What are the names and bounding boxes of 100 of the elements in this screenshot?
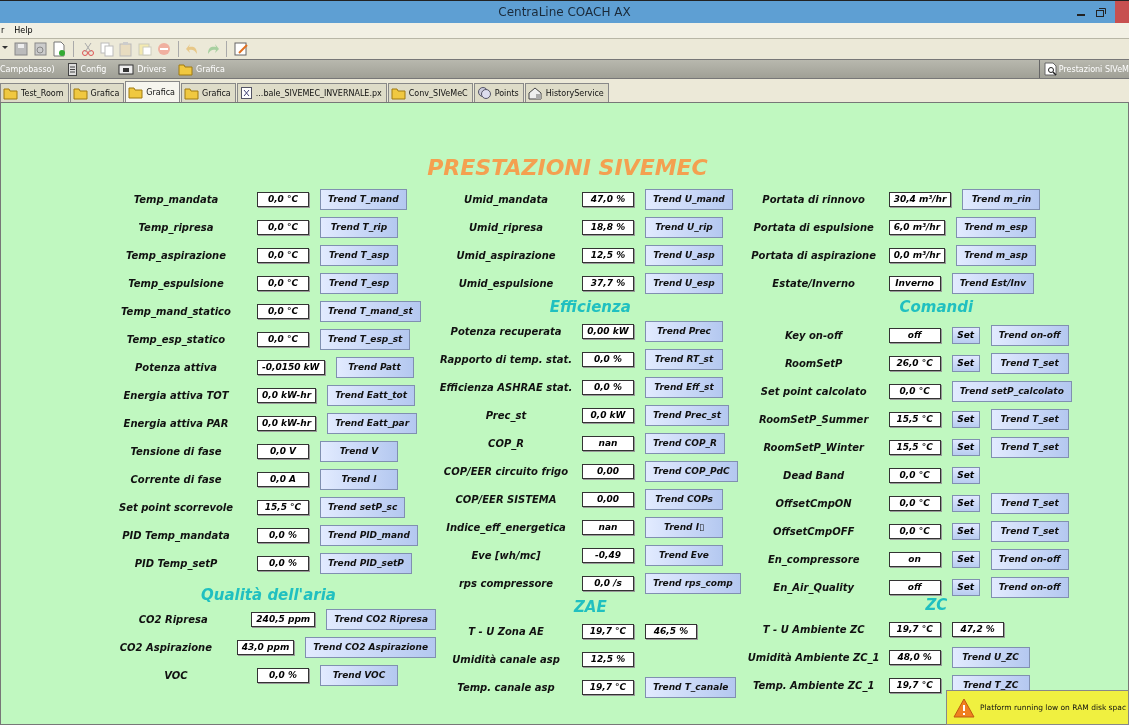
trend-button[interactable]: Trend T_set bbox=[990, 520, 1069, 542]
trend-button[interactable]: Trend Est/Inv bbox=[951, 272, 1035, 294]
trend-button[interactable]: Trend setP_calcolato bbox=[951, 380, 1072, 402]
trend-button[interactable]: Trend VOC bbox=[320, 664, 398, 686]
trend-button[interactable]: Trend U_ZC bbox=[951, 646, 1030, 668]
trend-button[interactable]: Trend m_rin bbox=[962, 188, 1041, 210]
set-button[interactable]: Set bbox=[951, 466, 980, 484]
cut-icon[interactable] bbox=[80, 41, 96, 57]
trend-button[interactable]: Trend CO2 Ripresa bbox=[326, 608, 436, 630]
set-button[interactable]: Set bbox=[951, 494, 980, 512]
menu-item[interactable]: Help bbox=[13, 26, 34, 35]
save-all-icon[interactable] bbox=[32, 41, 48, 57]
trend-button[interactable]: Trend m_asp bbox=[956, 244, 1036, 266]
field-label: Dead Band bbox=[782, 469, 846, 481]
trend-button[interactable]: Trend T_set bbox=[990, 408, 1069, 430]
tab[interactable]: Grafica bbox=[181, 83, 236, 102]
trend-button[interactable]: Trend on-off bbox=[990, 576, 1069, 598]
set-button[interactable]: Set bbox=[951, 326, 980, 344]
warning-icon bbox=[953, 697, 975, 718]
trend-button[interactable]: Trend Patt bbox=[335, 356, 414, 378]
trend-button[interactable]: Trend RT_st bbox=[645, 348, 723, 370]
tab[interactable]: Points bbox=[473, 83, 524, 102]
set-button[interactable]: Set bbox=[951, 438, 980, 456]
set-button[interactable]: Set bbox=[951, 578, 980, 596]
set-button[interactable]: Set bbox=[951, 410, 980, 428]
set-button[interactable]: Set bbox=[951, 354, 980, 372]
trend-button[interactable]: Trend U_rip bbox=[645, 216, 723, 238]
trend-button[interactable]: Trend CO2 Aspirazione bbox=[305, 636, 436, 658]
tab[interactable]: Conv_SIVeMeC bbox=[387, 83, 473, 102]
trend-button[interactable]: Trend U_mand bbox=[645, 188, 733, 210]
value-display: 0,0 °C bbox=[888, 383, 941, 399]
menu-item[interactable]: r bbox=[0, 26, 6, 35]
trend-button[interactable]: Trend T_mand bbox=[320, 188, 407, 210]
trend-button[interactable]: Trend I▯ bbox=[645, 516, 723, 538]
value-display: 0,0 /s bbox=[582, 575, 634, 591]
duplicate-icon[interactable] bbox=[137, 41, 153, 57]
tab[interactable]: Grafica bbox=[125, 81, 180, 102]
trend-button[interactable]: Trend on-off bbox=[990, 548, 1069, 570]
value-display: 15,5 °C bbox=[888, 411, 941, 427]
tab[interactable]: HistoryService bbox=[524, 83, 609, 102]
trend-button[interactable]: Trend T_set bbox=[990, 436, 1069, 458]
edit-icon[interactable] bbox=[233, 41, 249, 57]
trend-button[interactable]: Trend T_canale bbox=[645, 676, 737, 698]
trend-button[interactable]: Trend PID_setP bbox=[320, 552, 412, 574]
field-label: VOC bbox=[163, 669, 189, 681]
trend-button[interactable]: Trend Prec_st bbox=[645, 404, 730, 426]
trend-button[interactable]: Trend T_set bbox=[990, 492, 1069, 514]
trend-button[interactable]: Trend COPs bbox=[645, 488, 723, 510]
set-button[interactable]: Set bbox=[951, 522, 980, 540]
trend-button[interactable]: Trend U_esp bbox=[645, 272, 723, 294]
value-display: 0,0 % bbox=[582, 379, 634, 395]
value-display: 46,5 % bbox=[645, 623, 697, 639]
trend-button[interactable]: Trend COP_R bbox=[645, 432, 725, 454]
trend-button[interactable]: Trend T_asp bbox=[320, 244, 398, 266]
trend-button[interactable]: Trend Prec bbox=[645, 320, 723, 342]
trend-button[interactable]: Trend T_set bbox=[990, 352, 1069, 374]
device-icon bbox=[118, 62, 135, 76]
trend-button[interactable]: Trend Eatt_tot bbox=[327, 384, 415, 406]
trend-button[interactable]: Trend V bbox=[320, 440, 398, 462]
restore-icon[interactable] bbox=[1095, 6, 1107, 18]
value-display: 0,0 kW-hr bbox=[257, 415, 317, 431]
trend-button[interactable]: Trend T_rip bbox=[320, 216, 398, 238]
folder-icon bbox=[128, 85, 144, 99]
value-display: 19,7 °C bbox=[888, 677, 941, 693]
field-label: PID Temp_setP bbox=[133, 557, 219, 569]
value-display: 26,0 °C bbox=[888, 355, 941, 371]
field-label: COP_R bbox=[487, 437, 525, 449]
value-display: 0,0 % bbox=[257, 555, 309, 571]
trend-button[interactable]: Trend rps_comp bbox=[645, 572, 741, 594]
value-display: 47,2 % bbox=[951, 621, 1004, 637]
trend-button[interactable]: Trend I bbox=[320, 468, 398, 490]
copy-icon[interactable] bbox=[99, 41, 115, 57]
value-display: nan bbox=[582, 519, 634, 535]
value-display: 0,0 °C bbox=[888, 495, 941, 511]
field-label: COP/EER circuito frigo bbox=[442, 465, 570, 477]
trend-button[interactable]: Trend U_asp bbox=[645, 244, 723, 266]
trend-button[interactable]: Trend Eve bbox=[645, 544, 723, 566]
value-display: 0,00 bbox=[582, 491, 634, 507]
trend-button[interactable]: Trend Eatt_par bbox=[327, 412, 418, 434]
field-label: RoomSetP_Summer bbox=[758, 413, 870, 425]
trend-button[interactable]: Trend on-off bbox=[990, 324, 1069, 346]
trend-button[interactable]: Trend setP_sc bbox=[320, 496, 406, 518]
tab[interactable]: Test_Room bbox=[0, 83, 69, 102]
trend-button[interactable]: Trend T_mand_st bbox=[320, 300, 421, 322]
value-display: 30,4 m³/hr bbox=[888, 191, 952, 207]
paste-icon[interactable] bbox=[118, 41, 134, 57]
trend-button[interactable]: Trend PID_mand bbox=[320, 524, 418, 546]
set-button[interactable]: Set bbox=[951, 550, 980, 568]
trend-button[interactable]: Trend T_esp bbox=[320, 272, 398, 294]
delete-icon[interactable] bbox=[156, 41, 172, 57]
tab[interactable]: Grafica bbox=[69, 83, 125, 102]
tab[interactable]: ...bale_SIVEMEC_INVERNALE.px bbox=[236, 83, 387, 102]
field-label: Energia attiva TOT bbox=[122, 389, 230, 401]
field-label: Energia attiva PAR bbox=[122, 417, 230, 429]
page-add-icon[interactable] bbox=[51, 41, 67, 57]
trend-button[interactable]: Trend Eff_st bbox=[645, 376, 723, 398]
field-label: Tensione di fase bbox=[129, 445, 223, 457]
trend-button[interactable]: Trend T_esp_st bbox=[320, 328, 411, 350]
trend-button[interactable]: Trend COP_PdC bbox=[645, 460, 738, 482]
trend-button[interactable]: Trend m_esp bbox=[956, 216, 1036, 238]
